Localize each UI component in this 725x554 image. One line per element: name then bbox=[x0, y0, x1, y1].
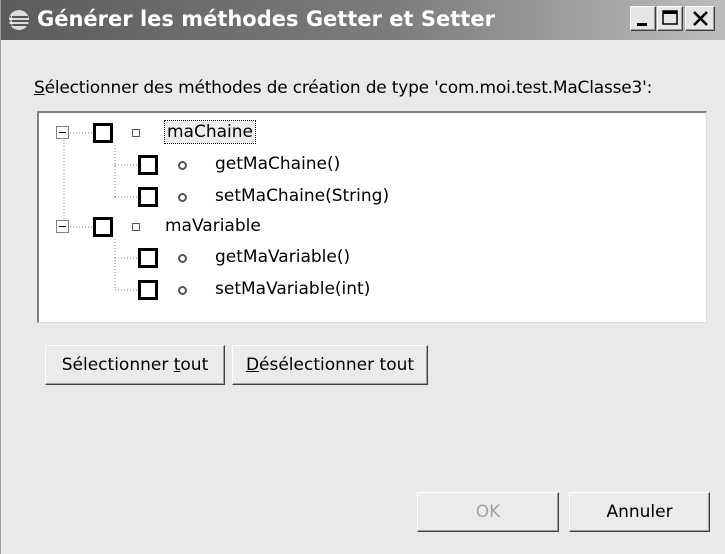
method-circle-icon bbox=[178, 193, 187, 202]
dialog-window: Générer les méthodes Getter et Setter Sé… bbox=[0, 0, 725, 554]
select-all-button[interactable]: Sélectionner tout bbox=[45, 345, 225, 385]
minimize-button[interactable] bbox=[630, 6, 656, 31]
methods-tree[interactable]: maChaine getMaChaine() setMaChaine(Strin… bbox=[37, 111, 707, 323]
maximize-icon bbox=[662, 10, 678, 25]
window-title: Générer les méthodes Getter et Setter bbox=[37, 7, 495, 31]
checkbox-setmavariable[interactable] bbox=[138, 280, 158, 300]
tree-item-setmachaine[interactable]: setMaChaine(String) bbox=[39, 184, 439, 210]
checkbox-machaine[interactable] bbox=[93, 123, 113, 143]
prompt-text: électionner des méthodes de création de … bbox=[44, 78, 653, 98]
tree-item-label: maChaine bbox=[164, 120, 256, 144]
deselect-all-button[interactable]: Désélectionner tout bbox=[232, 345, 428, 385]
deselect-all-accel: D bbox=[245, 355, 260, 375]
checkbox-getmachaine[interactable] bbox=[138, 155, 158, 175]
select-all-label-rest: out bbox=[180, 355, 209, 375]
prompt-accel: S bbox=[34, 78, 45, 98]
tree-item-machaine[interactable]: maChaine bbox=[39, 120, 339, 146]
eclipse-icon bbox=[9, 10, 29, 30]
tree-item-label: getMaVariable() bbox=[215, 247, 351, 267]
field-square-icon bbox=[132, 129, 140, 137]
checkbox-getmavariable[interactable] bbox=[138, 248, 158, 268]
tree-item-label: setMaVariable(int) bbox=[215, 279, 371, 299]
tree-item-label: maVariable bbox=[165, 216, 261, 236]
tree-item-label: setMaChaine(String) bbox=[215, 186, 390, 206]
maximize-button[interactable] bbox=[657, 6, 683, 31]
deselect-all-label: ésélectionner tout bbox=[259, 355, 415, 375]
checkbox-mavariable[interactable] bbox=[93, 217, 113, 237]
minimize-icon bbox=[637, 23, 647, 26]
tree-item-getmavariable[interactable]: getMaVariable() bbox=[39, 245, 399, 271]
method-circle-icon bbox=[178, 161, 187, 170]
collapse-minus-icon[interactable] bbox=[56, 126, 69, 139]
cancel-button[interactable]: Annuler bbox=[569, 492, 710, 532]
close-button[interactable] bbox=[685, 6, 715, 31]
prompt-label: Sélectionner des méthodes de création de… bbox=[34, 78, 652, 98]
tree-item-label: getMaChaine() bbox=[215, 154, 341, 174]
ok-button[interactable]: OK bbox=[417, 492, 559, 532]
field-square-icon bbox=[132, 223, 140, 231]
title-bar[interactable]: Générer les méthodes Getter et Setter bbox=[1, 0, 725, 40]
tree-item-setmavariable[interactable]: setMaVariable(int) bbox=[39, 277, 439, 303]
method-circle-icon bbox=[178, 254, 187, 263]
checkbox-setmachaine[interactable] bbox=[138, 187, 158, 207]
collapse-minus-icon[interactable] bbox=[56, 220, 69, 233]
tree-item-mavariable[interactable]: maVariable bbox=[39, 214, 339, 240]
select-all-label: Sélectionner bbox=[61, 355, 174, 375]
close-icon bbox=[693, 11, 708, 26]
tree-item-getmachaine[interactable]: getMaChaine() bbox=[39, 152, 399, 178]
method-circle-icon bbox=[178, 286, 187, 295]
